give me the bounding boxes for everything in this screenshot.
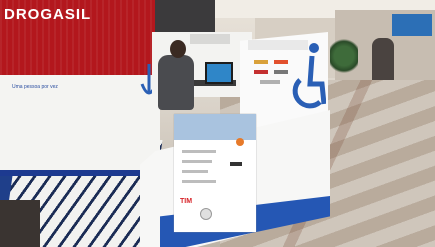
logo-line xyxy=(182,180,216,183)
sponsor-logo xyxy=(236,138,244,146)
wheelchair-symbol-icon xyxy=(292,43,326,109)
info-card-header xyxy=(174,114,256,140)
right-panel-logos xyxy=(254,60,288,84)
sponsor-logo xyxy=(200,208,212,220)
sponsor-logo xyxy=(230,162,242,166)
person-head xyxy=(170,40,186,58)
back-wall-logo xyxy=(190,34,230,44)
pharmacy-sign: DROGASIL xyxy=(4,6,92,23)
logo-line xyxy=(182,170,208,173)
tim-logo: TIM xyxy=(180,198,193,205)
floor-shadow xyxy=(0,200,40,247)
kiosk-left-wall xyxy=(0,75,160,176)
person-seated xyxy=(158,55,194,110)
computer-monitor xyxy=(205,62,233,84)
logo-line xyxy=(182,150,216,153)
left-wall-caption: Uma pessoa por vez xyxy=(12,84,58,90)
blue-store-sign xyxy=(392,14,432,36)
plant xyxy=(330,36,358,76)
logo-line xyxy=(182,160,212,163)
photo-scene: DROGASIL Uma pessoa por vez TIM xyxy=(0,0,435,247)
